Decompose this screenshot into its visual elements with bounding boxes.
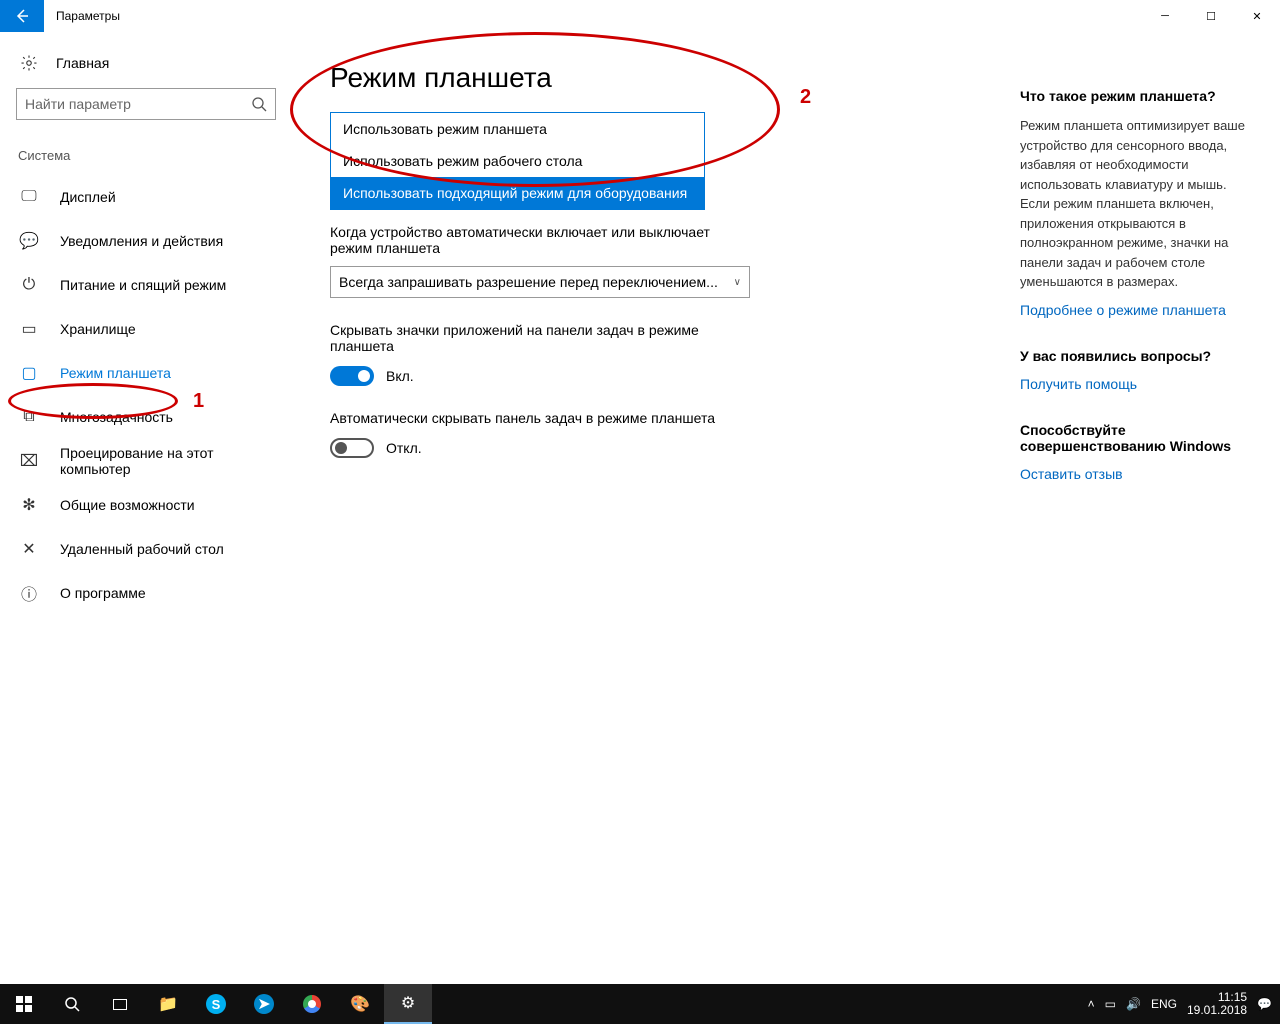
- sidebar-item-remote[interactable]: ✕ Удаленный рабочий стол: [16, 527, 284, 571]
- taskbar-app-skype[interactable]: S: [192, 984, 240, 1024]
- paint-icon: 🎨: [350, 994, 370, 1014]
- toggle-state: Вкл.: [386, 368, 414, 384]
- sidebar-item-label: Режим планшета: [60, 365, 171, 381]
- skype-icon: S: [206, 994, 226, 1014]
- search-input[interactable]: Найти параметр: [16, 88, 276, 120]
- chevron-down-icon: ∨: [734, 277, 741, 288]
- info-panel: Что такое режим планшета? Режим планшета…: [1020, 32, 1280, 984]
- annotation-number-1: 1: [193, 390, 204, 413]
- get-help-link[interactable]: Получить помощь: [1020, 376, 1260, 392]
- tablet-icon: ▢: [20, 364, 38, 382]
- sidebar-item-power[interactable]: ⏻ Питание и спящий режим: [16, 263, 284, 307]
- chrome-icon: [303, 995, 321, 1013]
- sidebar-item-label: Уведомления и действия: [60, 233, 223, 249]
- search-button[interactable]: [48, 984, 96, 1024]
- taskbar: 📁 S ➤ 🎨 ⚙ ˄ ▭ 🔊 ENG 11:15 19.01.2018 💬: [0, 984, 1280, 1024]
- taskbar-app-chrome[interactable]: [288, 984, 336, 1024]
- questions-heading: У вас появились вопросы?: [1020, 348, 1260, 364]
- close-button[interactable]: ✕: [1234, 0, 1280, 32]
- sidebar-item-label: Питание и спящий режим: [60, 277, 226, 293]
- sidebar-item-label: Удаленный рабочий стол: [60, 541, 224, 557]
- search-icon: [251, 96, 267, 112]
- tray-date: 19.01.2018: [1187, 1004, 1247, 1017]
- storage-icon: ▭: [20, 320, 38, 338]
- search-placeholder: Найти параметр: [25, 96, 131, 112]
- category-label: Система: [16, 148, 284, 163]
- toggle-state: Откл.: [386, 440, 422, 456]
- hide-taskbar-toggle[interactable]: [330, 438, 374, 458]
- sidebar-item-label: Многозадачность: [60, 409, 173, 425]
- minimize-button[interactable]: ─: [1142, 0, 1188, 32]
- back-button[interactable]: [0, 0, 44, 32]
- sidebar-item-tablet-mode[interactable]: ▢ Режим планшета: [16, 351, 284, 395]
- telegram-icon: ➤: [254, 994, 274, 1014]
- sidebar-item-shared[interactable]: ✻ Общие возможности: [16, 483, 284, 527]
- dropdown-option[interactable]: Использовать режим рабочего стола: [331, 145, 704, 177]
- tray-action-center-icon[interactable]: 💬: [1257, 997, 1272, 1011]
- projecting-icon: ⌧: [20, 452, 38, 470]
- dropdown-option[interactable]: Использовать режим планшета: [331, 113, 704, 145]
- sidebar-item-label: О программе: [60, 585, 146, 601]
- arrow-left-icon: [14, 8, 30, 24]
- tray-chevron-icon[interactable]: ˄: [1088, 997, 1095, 1011]
- task-view-button[interactable]: [96, 984, 144, 1024]
- search-icon: [64, 996, 80, 1012]
- taskbar-app-paint[interactable]: 🎨: [336, 984, 384, 1024]
- start-button[interactable]: [0, 984, 48, 1024]
- sidebar-item-label: Хранилище: [60, 321, 136, 337]
- learn-more-link[interactable]: Подробнее о режиме планшета: [1020, 302, 1260, 318]
- system-tray: ˄ ▭ 🔊 ENG 11:15 19.01.2018 💬: [1088, 991, 1280, 1017]
- taskbar-app-explorer[interactable]: 📁: [144, 984, 192, 1024]
- tray-clock[interactable]: 11:15 19.01.2018: [1187, 991, 1247, 1017]
- hide-taskbar-label: Автоматически скрывать панель задач в ре…: [330, 410, 750, 426]
- taskbar-app-settings[interactable]: ⚙: [384, 984, 432, 1024]
- sidebar-item-multitasking[interactable]: ⧉ Многозадачность: [16, 395, 284, 439]
- info-text: Режим планшета оптимизирует ваше устройс…: [1020, 116, 1260, 292]
- feedback-link[interactable]: Оставить отзыв: [1020, 466, 1260, 482]
- sidebar-item-storage[interactable]: ▭ Хранилище: [16, 307, 284, 351]
- sidebar-item-notifications[interactable]: 💬 Уведомления и действия: [16, 219, 284, 263]
- tray-language[interactable]: ENG: [1151, 997, 1177, 1011]
- page-title: Режим планшета: [330, 62, 1000, 94]
- signin-mode-dropdown[interactable]: Использовать режим планшета Использовать…: [330, 112, 705, 210]
- multitasking-icon: ⧉: [20, 408, 38, 426]
- taskbar-app-telegram[interactable]: ➤: [240, 984, 288, 1024]
- home-link[interactable]: Главная: [16, 54, 284, 72]
- shared-icon: ✻: [20, 496, 38, 514]
- display-icon: 🖵: [20, 188, 38, 206]
- sidebar-item-display[interactable]: 🖵 Дисплей: [16, 175, 284, 219]
- window-title: Параметры: [56, 9, 120, 23]
- tray-volume-icon[interactable]: 🔊: [1126, 997, 1141, 1011]
- gear-icon: [20, 54, 38, 72]
- feedback-heading: Способствуйте совершенствованию Windows: [1020, 422, 1260, 454]
- tray-network-icon[interactable]: ▭: [1105, 997, 1116, 1011]
- maximize-button[interactable]: ☐: [1188, 0, 1234, 32]
- auto-switch-combo[interactable]: Всегда запрашивать разрешение перед пере…: [330, 266, 750, 298]
- sidebar: Главная Найти параметр Система 🖵 Дисплей…: [0, 32, 300, 984]
- about-icon: ⓘ: [20, 584, 38, 602]
- sidebar-item-label: Дисплей: [60, 189, 116, 205]
- sidebar-item-label: Общие возможности: [60, 497, 195, 513]
- task-view-icon: [113, 999, 127, 1010]
- main-content: Режим планшета Использовать режим планше…: [300, 32, 1020, 984]
- sidebar-item-projecting[interactable]: ⌧ Проецирование на этот компьютер: [16, 439, 284, 483]
- hide-icons-toggle[interactable]: [330, 366, 374, 386]
- combo-value: Всегда запрашивать разрешение перед пере…: [339, 274, 718, 290]
- gear-icon: ⚙: [401, 993, 415, 1013]
- titlebar: Параметры ─ ☐ ✕: [0, 0, 1280, 32]
- window-controls: ─ ☐ ✕: [1142, 0, 1280, 32]
- home-label: Главная: [56, 55, 109, 71]
- power-icon: ⏻: [20, 276, 38, 294]
- folder-icon: 📁: [158, 994, 178, 1014]
- hide-icons-label: Скрывать значки приложений на панели зад…: [330, 322, 750, 354]
- auto-switch-label: Когда устройство автоматически включает …: [330, 224, 750, 256]
- info-heading: Что такое режим планшета?: [1020, 88, 1260, 104]
- notifications-icon: 💬: [20, 232, 38, 250]
- dropdown-option-selected[interactable]: Использовать подходящий режим для оборуд…: [331, 177, 704, 209]
- remote-icon: ✕: [20, 540, 38, 558]
- windows-icon: [16, 996, 32, 1012]
- sidebar-item-label: Проецирование на этот компьютер: [60, 445, 284, 477]
- annotation-number-2: 2: [800, 86, 811, 109]
- sidebar-item-about[interactable]: ⓘ О программе: [16, 571, 284, 615]
